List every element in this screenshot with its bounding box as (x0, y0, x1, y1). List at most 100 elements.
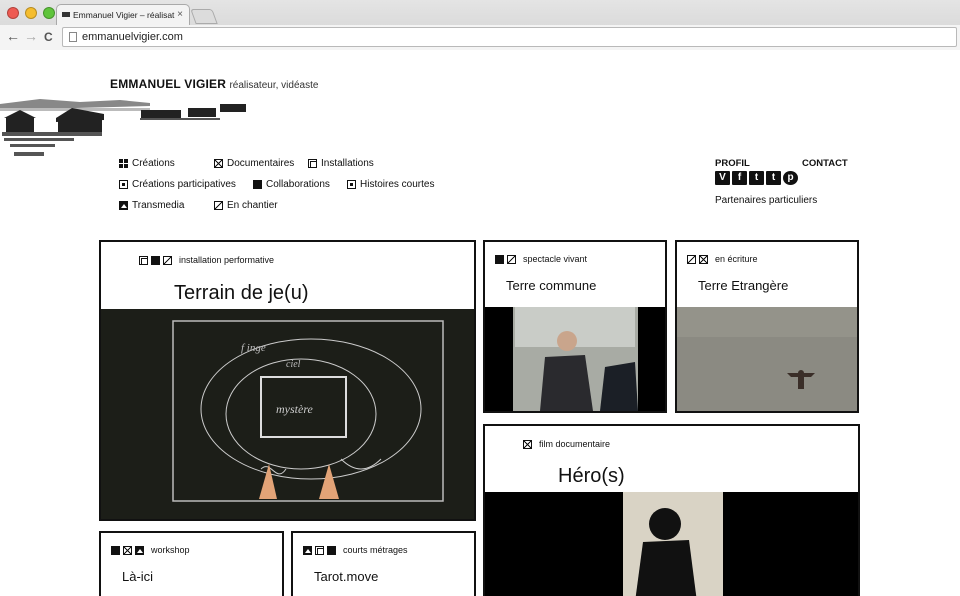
documentaires-icon (699, 254, 708, 264)
card-image: mystère f inge ciel (101, 309, 474, 519)
menu-installations[interactable]: Installations (308, 158, 374, 169)
collaborations-icon (327, 545, 336, 555)
menu-histoires[interactable]: Histoires courtes (347, 179, 434, 190)
menu-label: Transmedia (132, 200, 185, 211)
social-links: V f t t p (715, 171, 798, 185)
forward-button[interactable]: → (24, 28, 38, 44)
category-label: en écriture (715, 254, 758, 264)
card-category: installation performative (139, 255, 274, 265)
card-title: Héro(s) (558, 465, 625, 487)
twitter-icon[interactable]: t (749, 171, 764, 185)
card-terrain[interactable]: installation performative Terrain de je(… (99, 240, 476, 521)
card-terre-commune[interactable]: spectacle vivant Terre commune (483, 240, 667, 413)
tumblr-icon[interactable]: t (766, 171, 781, 185)
menu-participatives[interactable]: Créations participatives (119, 179, 236, 190)
card-title: Terre Etrangère (698, 278, 789, 293)
card-la-ici[interactable]: workshop Là-ici (99, 531, 284, 596)
card-image (485, 307, 665, 411)
url-text: emmanuelvigier.com (82, 31, 183, 43)
menu-label: En chantier (227, 200, 278, 211)
svg-text:f inge: f inge (241, 342, 266, 354)
category-label: installation performative (179, 255, 275, 265)
card-image (485, 492, 858, 596)
favicon-icon (62, 12, 70, 17)
window-controls (7, 7, 55, 19)
card-title: Terre commune (506, 278, 597, 293)
vimeo-icon[interactable]: V (715, 171, 730, 185)
tab-title: Emmanuel Vigier – réalisat (73, 10, 175, 20)
transmedia-icon (119, 201, 128, 210)
card-category: workshop (111, 545, 190, 555)
card-title: Là-ici (122, 569, 154, 584)
chantier-icon (214, 201, 223, 210)
documentaires-icon (523, 439, 532, 449)
menu-documentaires[interactable]: Documentaires (214, 158, 294, 169)
card-category: film documentaire (523, 439, 610, 449)
tab-close-icon[interactable]: × (177, 9, 183, 20)
browser-tab[interactable]: Emmanuel Vigier – réalisat × (56, 4, 190, 25)
top-links: PROFIL CONTACT (715, 158, 848, 169)
documentaires-icon (123, 545, 132, 555)
address-bar[interactable]: emmanuelvigier.com (62, 27, 957, 47)
menu-creations[interactable]: Créations (119, 158, 175, 169)
page-content: EMMANUEL VIGIER réalisateur, vidéaste Cr… (0, 50, 960, 596)
menu-transmedia[interactable]: Transmedia (119, 200, 184, 211)
svg-text:mystère: mystère (276, 402, 314, 416)
menu-label: Histoires courtes (360, 179, 435, 190)
browser-toolbar: ← → C emmanuelvigier.com (0, 25, 960, 50)
card-terre-etrangere[interactable]: en écriture Terre Etrangère (675, 240, 859, 413)
partners-link[interactable]: Partenaires particuliers (715, 195, 817, 206)
chantier-icon (163, 255, 172, 265)
banner-image (0, 94, 250, 166)
new-tab-button[interactable] (190, 9, 218, 24)
facebook-icon[interactable]: f (732, 171, 747, 185)
card-category: spectacle vivant (495, 254, 587, 264)
creations-icon (119, 159, 128, 168)
pinterest-icon[interactable]: p (783, 171, 798, 185)
participatives-icon (119, 180, 128, 189)
menu-label: Collaborations (266, 179, 330, 190)
collaborations-icon (253, 180, 262, 189)
card-tarot[interactable]: courts métrages Tarot.move (291, 531, 476, 596)
site-title[interactable]: EMMANUEL VIGIER réalisateur, vidéaste (110, 77, 318, 91)
collaborations-icon (495, 254, 504, 264)
card-title: Tarot.move (314, 569, 379, 584)
card-category: courts métrages (303, 545, 408, 555)
browser-chrome: Emmanuel Vigier – réalisat × ← → C emman… (0, 0, 960, 50)
card-heros[interactable]: film documentaire Héro(s) (483, 424, 860, 596)
category-label: workshop (151, 545, 190, 555)
site-tagline: réalisateur, vidéaste (229, 80, 319, 91)
histoires-icon (347, 180, 356, 189)
menu-label: Créations participatives (132, 179, 236, 190)
contact-link[interactable]: CONTACT (802, 158, 848, 169)
installations-icon (315, 545, 324, 555)
profil-link[interactable]: PROFIL (715, 158, 750, 169)
menu-label: Installations (321, 158, 374, 169)
menu-chantier[interactable]: En chantier (214, 200, 278, 211)
card-category: en écriture (687, 254, 758, 264)
menu-label: Documentaires (227, 158, 295, 169)
documentaires-icon (214, 159, 223, 168)
card-image (677, 307, 857, 411)
zoom-window-button[interactable] (43, 7, 55, 19)
card-title: Terrain de je(u) (174, 282, 309, 304)
transmedia-icon (303, 545, 312, 555)
minimize-window-button[interactable] (25, 7, 37, 19)
collaborations-icon (111, 545, 120, 555)
installations-icon (308, 159, 317, 168)
category-label: spectacle vivant (523, 254, 588, 264)
chantier-icon (507, 254, 516, 264)
back-button[interactable]: ← (6, 28, 20, 44)
menu-collaborations[interactable]: Collaborations (253, 179, 330, 190)
site-name: EMMANUEL VIGIER (110, 77, 227, 91)
reload-button[interactable]: C (44, 30, 53, 44)
chantier-icon (687, 254, 696, 264)
category-label: film documentaire (539, 439, 611, 449)
svg-text:ciel: ciel (286, 359, 301, 370)
menu-label: Créations (132, 158, 175, 169)
collaborations-icon (151, 255, 160, 265)
category-label: courts métrages (343, 545, 408, 555)
close-window-button[interactable] (7, 7, 19, 19)
transmedia-icon (135, 545, 144, 555)
page-icon (69, 32, 77, 42)
